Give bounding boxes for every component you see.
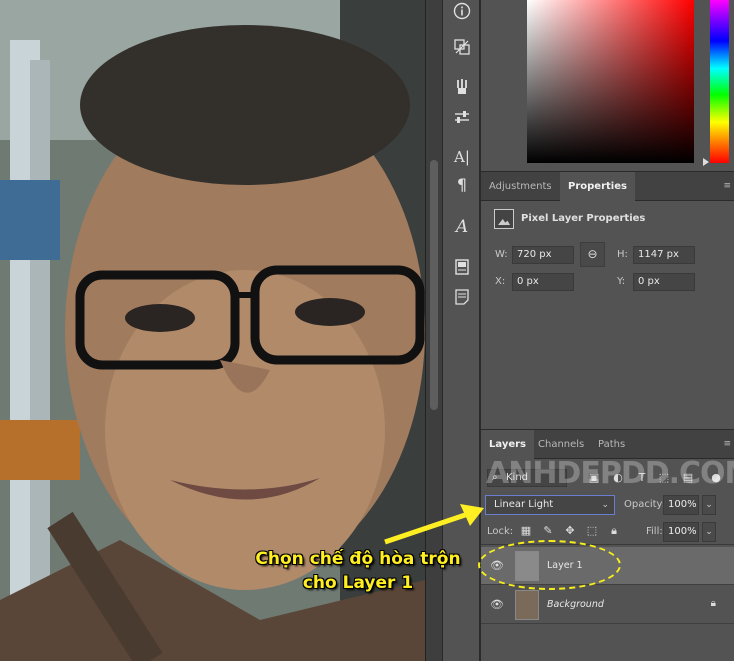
x-input[interactable]: 0 px [512, 273, 574, 291]
blend-mode-select[interactable]: Linear Light ⌄ [485, 495, 615, 515]
tab-paths[interactable]: Paths [590, 430, 633, 459]
blend-row: Linear Light ⌄ Opacity: 100% ⌄ [481, 493, 734, 519]
notes-icon[interactable] [451, 286, 473, 308]
layer-lock-icon: 🔒︎ [710, 598, 716, 609]
adjust-sliders-icon[interactable] [451, 106, 473, 128]
lock-artboard-icon[interactable]: ⬚ [585, 524, 599, 538]
fill-input[interactable]: 100% [663, 522, 699, 542]
callout-text: Chọn chế độ hòa trộn cho Layer 1 [238, 547, 478, 595]
callout-line-2: cho Layer 1 [302, 573, 414, 593]
tab-adjustments[interactable]: Adjustments [481, 172, 560, 201]
search-icon: ⌕ [492, 472, 498, 483]
libraries-icon[interactable] [451, 256, 473, 278]
glyphs-icon[interactable]: A [451, 216, 473, 238]
eye-visibility-icon[interactable]: 👁︎ [490, 598, 504, 612]
y-label: Y: [617, 276, 626, 287]
layers-panel-menu-icon[interactable]: ≡ [723, 439, 730, 449]
filter-kind-select[interactable]: ⌕ Kind [487, 469, 567, 487]
chevron-down-icon: ⌄ [601, 500, 609, 510]
filter-smart-object-icon[interactable]: ▤ [681, 471, 695, 485]
filter-toggle-icon[interactable]: ● [709, 471, 723, 485]
filter-kind-label: Kind [506, 472, 529, 483]
paragraph-icon[interactable]: ¶ [451, 174, 473, 196]
lock-transparent-icon[interactable]: ▦ [519, 524, 533, 538]
info-icon[interactable] [451, 0, 473, 22]
properties-title: Pixel Layer Properties [521, 213, 646, 224]
layer-row-background[interactable]: 👁︎ Background 🔒︎ [481, 586, 734, 624]
hue-slider[interactable] [710, 0, 729, 163]
x-label: X: [495, 276, 506, 287]
width-input[interactable]: 720 px [512, 246, 574, 264]
callout-line-1: Chọn chế độ hòa trộn [255, 549, 461, 569]
lock-row: Lock: ▦ ✎ ✥ ⬚ 🔒︎ Fill: 100% ⌄ [481, 519, 734, 545]
filter-pixel-icon[interactable]: ▣ [587, 471, 601, 485]
layer-thumbnail [515, 590, 539, 620]
fill-dropdown-icon[interactable]: ⌄ [702, 522, 716, 542]
tab-channels[interactable]: Channels [530, 430, 592, 459]
panel-menu-icon[interactable]: ≡ [723, 181, 730, 191]
character-icon[interactable]: A| [451, 146, 473, 168]
callout-ellipse [478, 540, 621, 590]
opacity-label: Opacity: [624, 499, 666, 510]
color-picker-panel [481, 0, 734, 170]
properties-body: Pixel Layer Properties W: 720 px ⊖ H: 11… [481, 201, 734, 429]
y-input[interactable]: 0 px [633, 273, 695, 291]
height-input[interactable]: 1147 px [633, 246, 695, 264]
scrollbar-thumb[interactable] [430, 160, 438, 410]
layer-name[interactable]: Background [547, 599, 604, 610]
lock-position-icon[interactable]: ✥ [563, 524, 577, 538]
fill-label: Fill: [646, 526, 663, 537]
lock-label: Lock: [487, 526, 514, 537]
callout-arrow [384, 504, 484, 545]
tab-properties[interactable]: Properties [560, 172, 635, 201]
hue-slider-marker[interactable] [703, 158, 709, 166]
brushes-icon[interactable] [451, 76, 473, 98]
color-saturation-field[interactable] [527, 0, 694, 163]
opacity-input[interactable]: 100% [663, 495, 699, 515]
filter-adjustment-icon[interactable]: ◐ [611, 471, 625, 485]
properties-tabbar: Adjustments Properties ≡ [481, 171, 734, 201]
filter-shape-icon[interactable]: ⬚ [657, 471, 671, 485]
layers-tabbar: Layers Channels Paths ≡ [481, 429, 734, 459]
pixel-layer-icon [494, 209, 514, 229]
width-label: W: [495, 249, 508, 260]
layer-filter-row: ⌕ Kind ▣ ◐ T ⬚ ▤ ● [485, 467, 730, 491]
lock-paint-brush-icon[interactable]: ✎ [541, 524, 555, 538]
opacity-dropdown-icon[interactable]: ⌄ [702, 495, 716, 515]
blend-mode-value: Linear Light [494, 499, 554, 510]
link-dimensions-button[interactable]: ⊖ [580, 242, 605, 267]
tab-layers[interactable]: Layers [481, 430, 534, 459]
history-icon[interactable] [451, 36, 473, 58]
lock-all-icon[interactable]: 🔒︎ [607, 524, 621, 538]
filter-type-icon[interactable]: T [635, 471, 649, 485]
height-label: H: [617, 249, 628, 260]
